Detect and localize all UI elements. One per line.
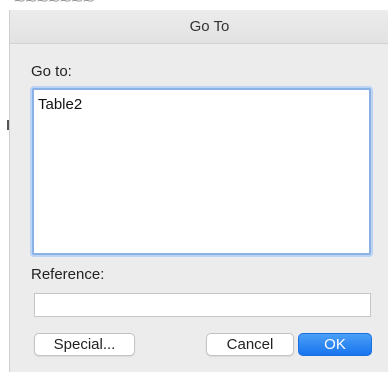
- go-to-dialog: Go To Go to: Table2 Reference: Special..…: [9, 10, 388, 372]
- dialog-title: Go To: [189, 18, 230, 35]
- reference-label: Reference:: [31, 266, 105, 283]
- special-button[interactable]: Special...: [34, 333, 135, 356]
- reference-input[interactable]: [34, 293, 371, 317]
- background-window-edge: [0, 0, 9, 372]
- background-window-text: ⁓⁓⁓⁓⁓⁓⁓: [14, 0, 95, 7]
- title-bar[interactable]: Go To: [10, 10, 388, 44]
- cancel-button[interactable]: Cancel: [206, 333, 294, 356]
- ok-button[interactable]: OK: [298, 333, 372, 356]
- list-item[interactable]: Table2: [38, 96, 82, 113]
- go-to-list[interactable]: Table2: [32, 88, 371, 255]
- go-to-label: Go to:: [31, 63, 72, 80]
